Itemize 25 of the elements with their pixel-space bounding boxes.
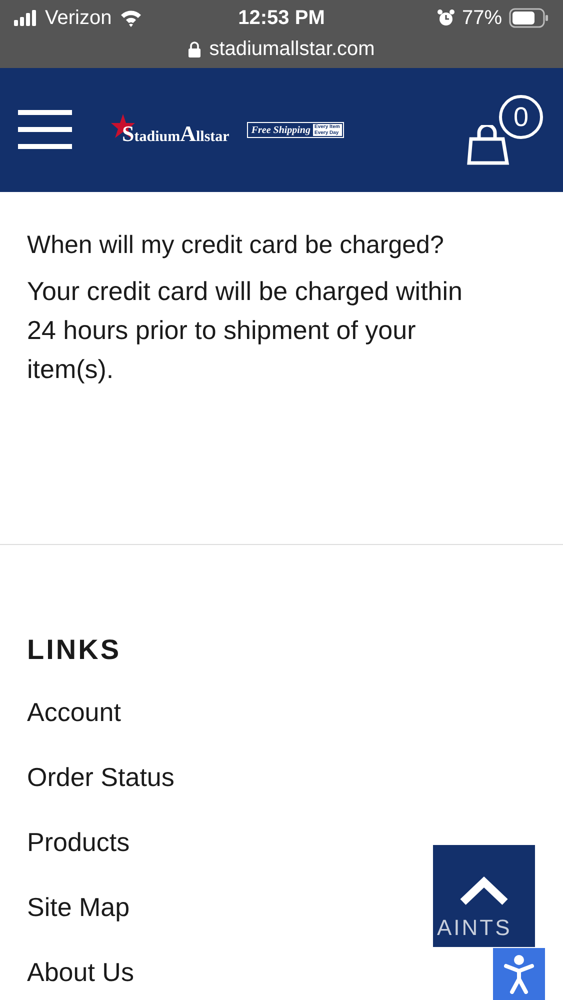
- footer-link[interactable]: About Us: [27, 957, 134, 987]
- wifi-icon: [118, 9, 143, 27]
- battery-percent: 77%: [462, 6, 502, 30]
- battery-icon: [509, 8, 549, 28]
- menu-icon[interactable]: [18, 110, 72, 150]
- footer-link[interactable]: Order Status: [27, 762, 174, 792]
- faq-question: When will my credit card be charged?: [27, 230, 445, 260]
- cart-count-badge: 0: [499, 95, 543, 139]
- faq-answer: Your credit card will be charged within 24 hours prior to shipment of your item(s).: [27, 275, 464, 386]
- signal-icon: [14, 10, 38, 26]
- overlay-text: AINTS: [437, 915, 512, 941]
- accessibility-button[interactable]: [493, 948, 545, 1000]
- chevron-up-icon: [459, 875, 509, 905]
- clock-time: 12:53 PM: [238, 6, 325, 30]
- alarm-clock-icon: [436, 9, 455, 27]
- accessibility-icon: [504, 954, 534, 994]
- footer-link[interactable]: Products: [27, 827, 130, 857]
- links-heading: LINKS: [27, 633, 121, 667]
- url-text[interactable]: stadiumallstar.com: [209, 38, 375, 60]
- footer-link[interactable]: Account: [27, 697, 121, 727]
- lock-icon: [188, 40, 202, 58]
- scroll-to-top-button[interactable]: [433, 845, 535, 947]
- footer-link[interactable]: Site Map: [27, 892, 130, 922]
- carrier-name: Verizon: [45, 6, 112, 30]
- shopping-bag-icon[interactable]: [467, 125, 511, 165]
